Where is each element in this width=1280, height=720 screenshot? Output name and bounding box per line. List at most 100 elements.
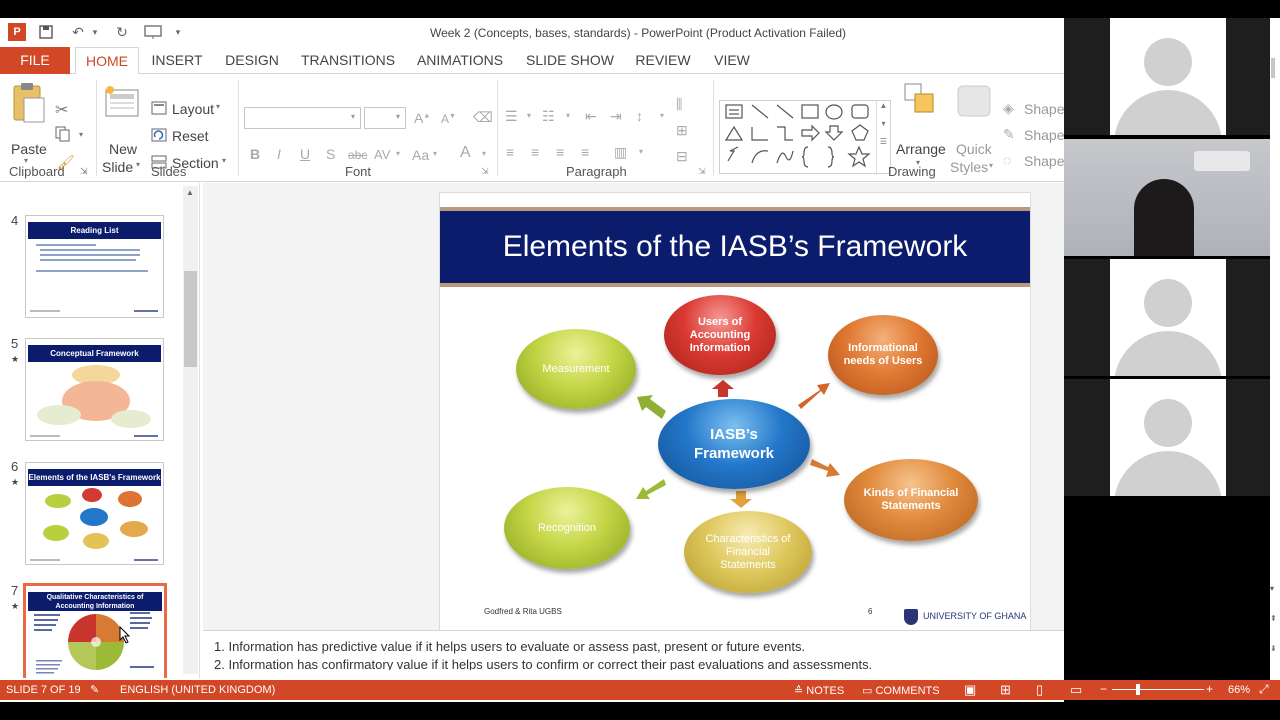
font-name-dropdown[interactable]: ▾ [244, 107, 361, 129]
line-spacing-icon[interactable]: ↕ [636, 108, 643, 124]
decrease-indent-icon[interactable]: ⇤ [585, 108, 597, 125]
new-slide-label: New [109, 141, 138, 157]
align-text-icon[interactable]: ⊞ [676, 122, 688, 139]
shapes-gallery[interactable]: ▲ ▾ ☰ [719, 100, 891, 175]
cut-icon[interactable]: ✂ [55, 100, 68, 120]
language-indicator[interactable]: ENGLISH (UNITED KINGDOM) [120, 684, 275, 696]
shape-effects-button[interactable]: Shape [1024, 153, 1064, 169]
notes-pane[interactable]: 1. Information has predictive value if i… [203, 630, 1064, 670]
strikethrough-button[interactable]: abc [348, 148, 367, 162]
tab-file[interactable]: FILE [0, 47, 70, 74]
numbering-dropdown-icon[interactable]: ▾ [566, 111, 570, 120]
copy-dropdown-icon[interactable]: ▾ [79, 130, 83, 139]
justify-icon[interactable]: ≡ [581, 144, 589, 160]
align-left-icon[interactable]: ≡ [506, 144, 514, 160]
zoom-level[interactable]: 66% [1228, 684, 1250, 696]
avatar [1144, 279, 1192, 327]
slide-thumbnail-6[interactable]: Elements of the IASB's Framework [25, 462, 164, 565]
text-shadow-button[interactable]: S [326, 146, 335, 162]
scroll-down-icon[interactable]: ▾ [1270, 584, 1274, 593]
fit-to-window-icon[interactable]: ⤢ [1259, 682, 1269, 697]
columns-icon[interactable]: ▥ [614, 144, 627, 161]
shape-outline-icon[interactable]: ✎ [1003, 126, 1015, 143]
bullets-icon[interactable]: ☰ [505, 108, 518, 125]
font-color-dropdown-icon[interactable]: ▾ [482, 149, 486, 158]
node-measurement[interactable]: Measurement [516, 329, 636, 409]
tab-home[interactable]: HOME [75, 47, 139, 75]
align-center-icon[interactable]: ≡ [531, 144, 539, 160]
shape-fill-icon[interactable]: ◈ [1003, 100, 1014, 117]
align-right-icon[interactable]: ≡ [556, 144, 564, 160]
font-size-dropdown[interactable]: ▾ [364, 107, 406, 129]
increase-indent-icon[interactable]: ⇥ [610, 108, 622, 125]
tab-design[interactable]: DESIGN [219, 47, 285, 74]
tab-animations[interactable]: ANIMATIONS [410, 47, 510, 74]
participant-tile-4[interactable] [1064, 379, 1274, 496]
text-direction-icon[interactable]: ⫼ [676, 96, 682, 113]
thumbnails-scrollbar[interactable]: ▲ [183, 186, 198, 674]
numbering-icon[interactable]: ☷ [542, 108, 555, 125]
slide-thumbnails-panel: 4 Reading List 5 ★ Conceptual Framework … [0, 183, 200, 678]
node-iasb-framework-center[interactable]: IASB’s Framework [658, 399, 810, 489]
tab-view[interactable]: VIEW [706, 47, 758, 74]
participant-tile-2-camera[interactable] [1064, 139, 1274, 256]
line-spacing-dropdown-icon[interactable]: ▾ [660, 111, 664, 120]
slide-counter[interactable]: SLIDE 7 OF 19 [6, 684, 81, 696]
paragraph-group-label: Paragraph [566, 164, 627, 179]
slide-thumbnail-5[interactable]: Conceptual Framework [25, 338, 164, 441]
node-users-of-accounting-information[interactable]: Users of Accounting Information [664, 295, 776, 375]
tab-insert[interactable]: INSERT [145, 47, 209, 74]
node-characteristics-of-financial-statements[interactable]: Characteristics of Financial Statements [684, 511, 812, 593]
shape-effects-icon[interactable]: ◌ [1003, 152, 1011, 168]
clear-formatting-icon[interactable]: ⌫ [473, 109, 493, 126]
node-recognition[interactable]: Recognition [504, 487, 630, 569]
normal-view-icon[interactable]: ▣ [964, 682, 976, 698]
comments-toggle[interactable]: ▭ COMMENTS [862, 684, 940, 697]
scroll-thumb[interactable] [184, 271, 197, 367]
current-slide[interactable]: Elements of the IASB’s Framework Users o… [439, 192, 1031, 636]
slide-thumbnail-4[interactable]: Reading List [25, 215, 164, 318]
clipboard-launcher-icon[interactable]: ⇲ [80, 166, 88, 177]
zoom-slider-track[interactable] [1112, 689, 1204, 690]
node-kinds-of-financial-statements[interactable]: Kinds of Financial Statements [844, 459, 978, 541]
notes-toggle[interactable]: ≙ NOTES [794, 684, 844, 697]
tab-slide-show[interactable]: SLIDE SHOW [520, 47, 620, 74]
decrease-font-icon[interactable]: A▼ [441, 112, 456, 126]
tab-review[interactable]: REVIEW [630, 47, 696, 74]
font-launcher-icon[interactable]: ⇲ [481, 166, 489, 177]
previous-slide-icon[interactable]: ⇞ [1270, 614, 1277, 623]
paragraph-launcher-icon[interactable]: ⇲ [698, 166, 706, 177]
bold-button[interactable]: B [250, 146, 260, 162]
increase-font-icon[interactable]: A▲ [414, 110, 430, 126]
zoom-out-icon[interactable]: − [1100, 682, 1107, 696]
convert-smartart-icon[interactable]: ⊟ [676, 148, 688, 165]
zoom-slider-thumb[interactable] [1136, 684, 1140, 695]
slide-thumbnail-7-selected[interactable]: Qualitative Characteristics of Accountin… [23, 583, 167, 678]
bullets-dropdown-icon[interactable]: ▾ [527, 111, 531, 120]
shape-fill-button[interactable]: Shape [1024, 101, 1064, 117]
underline-button[interactable]: U [300, 146, 310, 162]
spelling-check-icon[interactable]: ✎ [90, 683, 99, 696]
tab-transitions[interactable]: TRANSITIONS [296, 47, 400, 74]
slideshow-view-icon[interactable]: ▭ [1070, 682, 1082, 698]
scroll-up-icon[interactable]: ▲ [186, 188, 194, 197]
change-case-button[interactable]: Aa [412, 147, 429, 163]
copy-icon[interactable] [55, 126, 71, 145]
shape-outline-button[interactable]: Shape [1024, 127, 1064, 143]
italic-button[interactable]: I [277, 146, 281, 162]
font-color-button[interactable]: A [460, 144, 471, 162]
main-scrollbar[interactable]: ▾ ⇞ ⇟ [1270, 18, 1280, 680]
slide-sorter-icon[interactable]: ⊞ [1000, 682, 1011, 698]
arrow-to-users [712, 380, 734, 397]
next-slide-icon[interactable]: ⇟ [1270, 644, 1277, 653]
participant-tile-1[interactable] [1064, 18, 1274, 135]
character-spacing-button[interactable]: AV [374, 147, 390, 162]
zoom-in-icon[interactable]: + [1206, 682, 1213, 696]
character-spacing-dropdown-icon[interactable]: ▾ [396, 149, 400, 158]
scroll-thumb[interactable] [1271, 58, 1275, 78]
reading-view-icon[interactable]: ▯ [1036, 682, 1043, 698]
columns-dropdown-icon[interactable]: ▾ [639, 147, 643, 156]
node-informational-needs[interactable]: Informational needs of Users [828, 315, 938, 395]
participant-tile-3[interactable] [1064, 259, 1274, 376]
change-case-dropdown-icon[interactable]: ▾ [433, 149, 437, 158]
